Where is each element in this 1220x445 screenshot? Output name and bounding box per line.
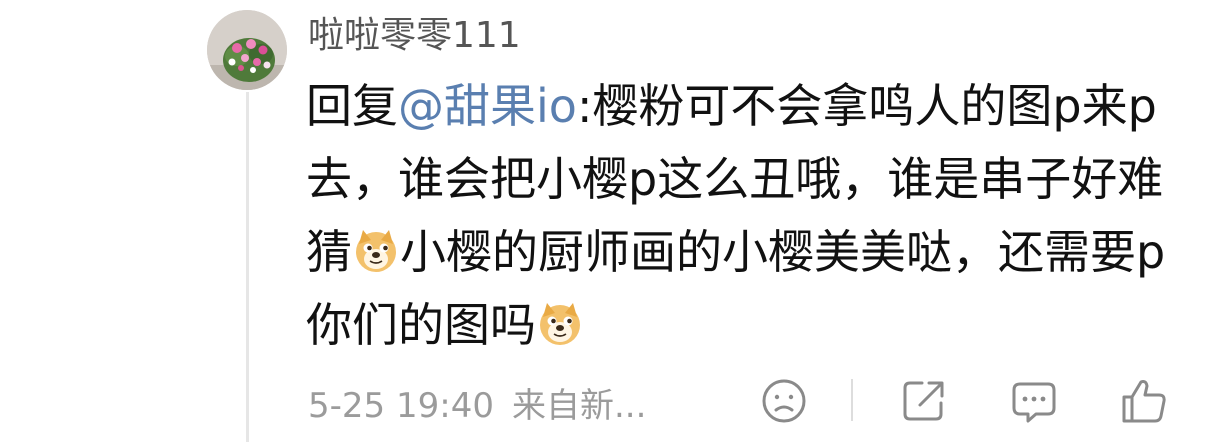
comment-icon	[1012, 382, 1056, 423]
flower-avatar-icon	[207, 10, 287, 90]
share-button[interactable]	[898, 375, 950, 427]
doge-emoji-icon	[353, 222, 399, 272]
action-divider	[851, 379, 853, 421]
reply-prefix: 回复	[306, 79, 398, 133]
comment-meta: 5-25 19:40 来自新...	[308, 385, 646, 427]
comment-button[interactable]	[1008, 375, 1060, 427]
share-icon	[903, 381, 944, 421]
source-label[interactable]: 来自新...	[512, 386, 646, 426]
like-button[interactable]	[1118, 375, 1170, 427]
mention-link[interactable]: @甜果io	[398, 79, 577, 133]
dislike-face-icon	[762, 379, 806, 423]
dislike-button[interactable]	[758, 375, 810, 427]
doge-emoji-icon	[537, 295, 583, 345]
username[interactable]: 啦啦零零111	[308, 14, 521, 58]
comment-text: 回复@甜果io:樱粉可不会拿鸣人的图p来p去，谁会把小樱p这么丑哦，谁是串子好难…	[306, 70, 1186, 362]
comment-footer: 5-25 19:40 来自新...	[0, 365, 1220, 445]
comment-text-part2: 小樱的厨师画的小樱美美哒，还需要p你们的图吗	[306, 225, 1166, 352]
avatar[interactable]	[207, 10, 287, 90]
like-thumb-icon	[1122, 380, 1166, 423]
timestamp: 5-25 19:40	[308, 386, 494, 426]
